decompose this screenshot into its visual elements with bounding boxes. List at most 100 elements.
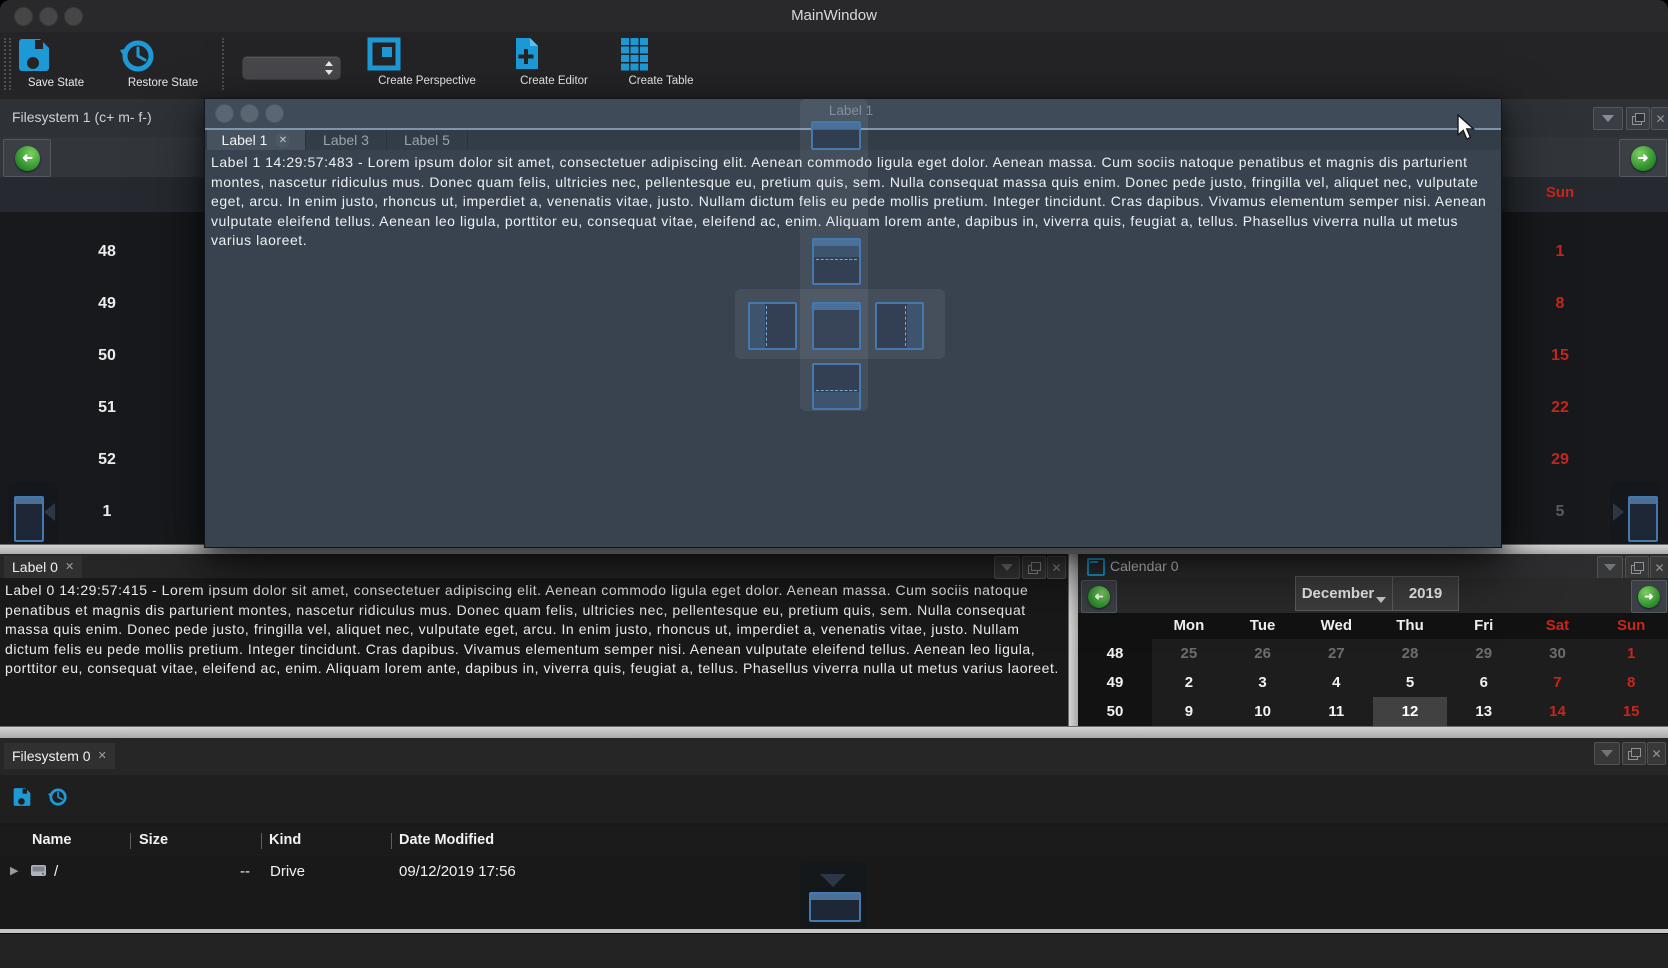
week-number: 49 [70,278,144,330]
calendar0-titlebar[interactable]: Calendar 0 ✕ [1078,554,1668,578]
calendar-day-cell[interactable]: 2 [1152,668,1226,697]
minimize-traffic-light[interactable] [240,104,259,123]
drop-bottom-edge-indicator[interactable] [800,862,867,928]
tab-menu-button[interactable] [1597,556,1623,579]
file-date-modified: 09/12/2019 17:56 [399,863,516,880]
calendar0-next-month-button[interactable]: ➜ [1631,580,1667,613]
close-dock-button[interactable]: ✕ [1047,556,1066,579]
main-toolbar: Save State Restore State [0,32,1668,100]
create-table-button[interactable]: Create Table [618,36,704,87]
close-tab-icon[interactable]: ✕ [98,751,107,762]
filesystem0-titlebar[interactable]: Filesystem 0 ✕ ✕ [0,738,1668,775]
mouse-cursor [1455,114,1479,142]
chevron-down-icon [1376,597,1386,603]
tab-label0[interactable]: Label 0 ✕ [4,556,82,578]
close-traffic-light[interactable] [215,104,234,123]
calendar-day-cell[interactable]: 7 [1521,668,1595,697]
calendar-day-cell[interactable]: 25 [1152,639,1226,668]
calendar-day-cell[interactable]: 9 [1152,697,1226,726]
float-dock-button[interactable] [1625,556,1649,579]
tab-filesystem0[interactable]: Filesystem 0 ✕ [4,743,115,769]
close-tab-icon[interactable]: ✕ [275,133,290,148]
year-button[interactable]: 2019 [1392,576,1459,611]
calendar-day-cell[interactable]: 6 [1447,668,1521,697]
drop-below-icon[interactable] [812,363,861,410]
column-header-size[interactable]: Size [139,832,168,848]
column-separator [261,833,262,849]
calendar-day-cell[interactable]: 12 [1373,697,1447,726]
calendar0-prev-month-button[interactable]: ➜ [1081,580,1117,613]
calendar-day-cell[interactable]: 1 [1594,639,1668,668]
drop-center-icon[interactable] [812,302,861,350]
calendar-day-cell[interactable]: 22 [1525,382,1595,434]
calendar-day-cell[interactable]: 15 [1594,697,1668,726]
tab-label1[interactable]: Label 1 ✕ [207,130,306,150]
expand-arrow-icon[interactable]: ▶ [10,864,18,877]
close-dock-button[interactable]: ✕ [1651,107,1668,130]
toolbar-handle[interactable] [4,38,6,90]
calendar-day-cell[interactable]: 15 [1525,330,1595,382]
drop-right-edge-indicator[interactable] [1610,482,1660,544]
tab-label3[interactable]: Label 3 [306,130,387,150]
filesystem0-toolbar [0,775,1668,823]
week-number: 50 [1078,697,1152,726]
save-state-button[interactable]: Save State [16,36,96,89]
status-bar [0,933,1668,968]
month-dropdown-button[interactable]: December [1295,576,1393,611]
float-dock-button[interactable] [1622,742,1646,765]
restore-state-label: Restore State [128,77,198,89]
drop-left-edge-indicator[interactable] [8,482,58,544]
drop-left-icon[interactable] [748,302,797,350]
calendar-day-cell[interactable]: 3 [1226,668,1300,697]
create-perspective-button[interactable]: Create Perspective [367,36,487,87]
calendar-day-cell[interactable]: 11 [1299,697,1373,726]
close-icon: ✕ [1654,562,1664,574]
drive-icon [30,862,47,879]
calendar-day-cell[interactable]: 30 [1521,639,1595,668]
tab-menu-button[interactable] [994,556,1020,579]
float-dock-button[interactable] [1626,107,1650,130]
calendar-day-cell[interactable]: 8 [1594,668,1668,697]
column-header-name[interactable]: Name [32,832,72,848]
close-tab-icon[interactable]: ✕ [65,562,74,573]
drop-top-edge-icon[interactable] [811,121,861,150]
create-editor-button[interactable]: Create Editor [510,36,598,87]
restore-history-clock-icon[interactable] [47,786,68,807]
toolbar-handle[interactable] [9,38,11,90]
calendar-day-cell[interactable]: 27 [1299,639,1373,668]
label0-titlebar[interactable]: Label 0 ✕ ✕ [0,554,1068,578]
float-dock-button[interactable] [1022,556,1046,579]
perspective-select[interactable] [242,56,341,80]
restore-state-button[interactable]: Restore State [118,36,208,89]
calendar-day-cell[interactable]: 26 [1226,639,1300,668]
calendar-day-cell[interactable]: 13 [1447,697,1521,726]
tab-label5[interactable]: Label 5 [387,130,468,150]
week-number-column: 48495051521 [70,226,144,538]
day-header: Tue [1226,613,1300,639]
file-size: -- [132,863,250,880]
calendar-next-month-button[interactable]: ➜ [1619,139,1667,177]
drop-right-icon[interactable] [875,302,924,350]
save-floppy-icon[interactable] [12,786,32,808]
close-dock-button[interactable]: ✕ [1647,742,1666,765]
close-dock-button[interactable]: ✕ [1650,556,1668,579]
calendar-day-cell[interactable]: 4 [1299,668,1373,697]
tab-menu-button[interactable] [1594,742,1620,765]
zoom-traffic-light[interactable] [265,104,284,123]
calendar-day-cell[interactable]: 5 [1373,668,1447,697]
calendar-day-cell[interactable]: 10 [1226,697,1300,726]
column-header-date-modified[interactable]: Date Modified [399,832,494,848]
table-header-row[interactable]: Name Size Kind Date Modified [0,826,1668,856]
calendar-day-cell[interactable]: 29 [1447,639,1521,668]
calendar-prev-month-button[interactable]: ➜ [3,139,51,177]
calendar-day-cell[interactable]: 29 [1525,434,1595,486]
calendar-day-cell[interactable]: 14 [1521,697,1595,726]
calendar-day-cell[interactable]: 1 [1525,226,1595,278]
tab-menu-button[interactable] [1593,107,1623,130]
day-header: Mon [1152,613,1226,639]
calendar-day-cell[interactable]: 28 [1373,639,1447,668]
column-header-kind[interactable]: Kind [269,832,301,848]
calendar-day-cell[interactable]: 8 [1525,278,1595,330]
drop-above-icon[interactable] [812,238,861,285]
calendar-day-cell[interactable]: 5 [1525,486,1595,538]
